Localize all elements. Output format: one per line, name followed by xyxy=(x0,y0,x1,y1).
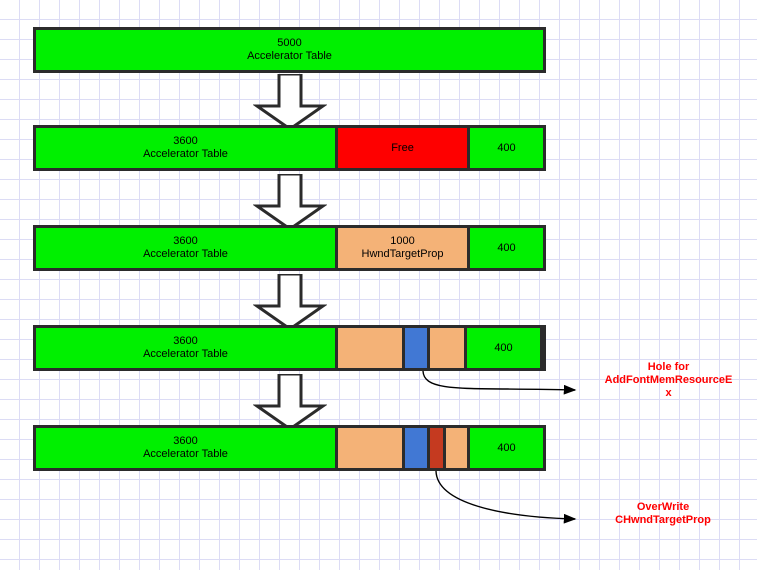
segment-size-label: 400 xyxy=(497,241,516,254)
annotation-hole-for-addfontmemresourceex: Hole for AddFontMemResourceE x xyxy=(604,361,733,399)
segment-size-label: 400 xyxy=(497,141,516,154)
memory-row-4: 3600 Accelerator Table 400 xyxy=(33,325,546,371)
segment-size-label: 1000 xyxy=(390,235,415,247)
memory-row-5: 3600 Accelerator Table 400 xyxy=(33,425,546,471)
memory-segment-accelerator-table: 5000 Accelerator Table xyxy=(36,30,543,70)
memory-segment-free: Free xyxy=(338,128,470,168)
segment-size-label: 400 xyxy=(497,441,516,454)
segment-name-label: Accelerator Table xyxy=(247,50,332,62)
annotation-overwrite-chwndtargetprop: OverWrite CHwndTargetProp xyxy=(615,501,711,526)
memory-segment-400: 400 xyxy=(470,128,543,168)
segment-size-label: 5000 xyxy=(277,37,302,49)
step-arrow-2 xyxy=(253,174,327,230)
memory-segment-blue-hole xyxy=(405,428,430,468)
memory-row-2: 3600 Accelerator Table Free 400 xyxy=(33,125,546,171)
down-block-arrow-icon xyxy=(253,274,327,330)
down-block-arrow-icon xyxy=(253,174,327,230)
memory-segment-400: 400 xyxy=(467,328,540,368)
memory-segment-accelerator-table: 3600 Accelerator Table xyxy=(36,128,338,168)
memory-row-3: 3600 Accelerator Table 1000 HwndTargetPr… xyxy=(33,225,546,271)
memory-row-1: 5000 Accelerator Table xyxy=(33,27,546,73)
memory-segment-orange-right xyxy=(446,428,470,468)
segment-name-label: Accelerator Table xyxy=(143,148,228,160)
segment-size-label: 3600 xyxy=(173,335,198,347)
segment-name-label: Accelerator Table xyxy=(143,448,228,460)
down-block-arrow-icon xyxy=(253,374,327,430)
memory-segment-accelerator-table: 3600 Accelerator Table xyxy=(36,428,338,468)
memory-segment-overwrite xyxy=(430,428,446,468)
memory-segment-hwndtargetprop: 1000 HwndTargetProp xyxy=(338,228,470,268)
segment-name-label: Accelerator Table xyxy=(143,348,228,360)
connector-line-overwrite xyxy=(435,470,577,524)
segment-size-label: 3600 xyxy=(173,135,198,147)
memory-segment-400: 400 xyxy=(470,228,543,268)
segment-size-label: 3600 xyxy=(173,435,198,447)
memory-segment-orange-right xyxy=(430,328,467,368)
segment-size-label: 400 xyxy=(494,341,513,354)
memory-segment-orange-left xyxy=(338,328,405,368)
memory-segment-accelerator-table: 3600 Accelerator Table xyxy=(36,328,338,368)
memory-segment-blue-hole xyxy=(405,328,430,368)
step-arrow-1 xyxy=(253,74,327,130)
step-arrow-3 xyxy=(253,274,327,330)
connector-line-hole xyxy=(422,370,577,395)
heap-layout-diagram: 5000 Accelerator Table 3600 Accelerator … xyxy=(0,0,757,570)
segment-name-label: Accelerator Table xyxy=(143,248,228,260)
callout-connectors xyxy=(422,370,577,524)
memory-segment-accelerator-table: 3600 Accelerator Table xyxy=(36,228,338,268)
down-block-arrow-icon xyxy=(253,74,327,130)
memory-segment-400: 400 xyxy=(470,428,543,468)
memory-segment-orange-left xyxy=(338,428,405,468)
step-arrow-4 xyxy=(253,374,327,430)
segment-size-label: 3600 xyxy=(173,235,198,247)
segment-name-label: HwndTargetProp xyxy=(361,248,444,260)
segment-label: Free xyxy=(391,141,414,154)
